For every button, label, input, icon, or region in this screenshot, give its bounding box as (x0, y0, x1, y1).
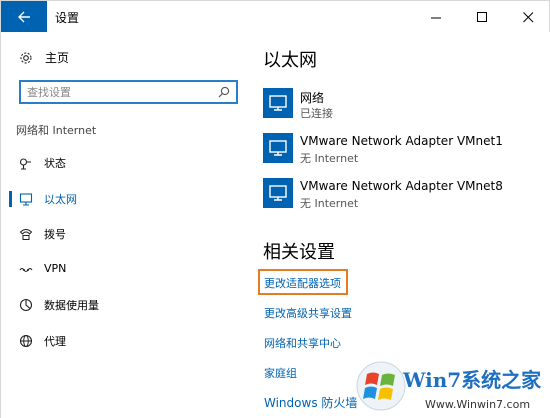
network-item[interactable]: VMware Network Adapter VMnet1 无 Internet (263, 133, 548, 167)
search-icon[interactable] (218, 86, 230, 98)
link-network-sharing-center[interactable]: 网络和共享中心 (264, 335, 341, 351)
windows-logo-icon (356, 361, 406, 411)
active-indicator (9, 191, 12, 207)
watermark-brand: Win7系统之家 (403, 368, 542, 392)
sidebar-item-proxy[interactable]: 代理 (1, 329, 251, 353)
sidebar-item-dialup[interactable]: 拨号 (1, 222, 251, 246)
link-advanced-sharing[interactable]: 更改高级共享设置 (264, 305, 352, 321)
sidebar-item-ethernet[interactable]: 以太网 (1, 187, 251, 211)
sidebar-home-label: 主页 (45, 51, 70, 65)
page-title: 以太网 (263, 50, 317, 71)
ethernet-icon (19, 192, 33, 206)
sidebar-item-label: 状态 (44, 157, 66, 170)
minimize-icon (430, 17, 441, 18)
network-status: 无 Internet (300, 197, 359, 210)
maximize-button[interactable] (459, 1, 505, 33)
title-bar: 设置 (0, 0, 550, 33)
proxy-icon (19, 334, 33, 348)
maximize-icon (476, 11, 487, 22)
link-change-adapter-options[interactable]: 更改适配器选项 (264, 275, 341, 291)
network-status: 已连接 (300, 107, 333, 120)
back-arrow-icon (18, 11, 30, 23)
close-icon (522, 11, 533, 22)
sidebar-item-data-usage[interactable]: 数据使用量 (1, 293, 251, 317)
section-label: 网络和 Internet (16, 124, 97, 137)
status-icon (19, 156, 33, 170)
sidebar-item-status[interactable]: 状态 (1, 151, 251, 175)
sidebar-item-label: 代理 (44, 335, 66, 348)
search-box[interactable] (19, 80, 238, 104)
link-homegroup[interactable]: 家庭组 (264, 365, 297, 381)
back-button[interactable] (1, 1, 47, 33)
watermark-url: Www.Winwin7.com (425, 398, 531, 411)
sidebar-item-label: 数据使用量 (44, 299, 99, 312)
network-name: VMware Network Adapter VMnet1 (300, 134, 503, 148)
network-name: VMware Network Adapter VMnet8 (300, 179, 503, 193)
sidebar-item-vpn[interactable]: VPN (1, 258, 251, 282)
sidebar-item-home[interactable]: 主页 (19, 49, 69, 66)
window-title: 设置 (55, 11, 80, 25)
data-usage-icon (19, 298, 33, 312)
monitor-icon (263, 133, 293, 163)
close-button[interactable] (505, 1, 550, 33)
sidebar-item-label: VPN (44, 262, 67, 275)
monitor-icon (263, 178, 293, 208)
sidebar-item-label: 拨号 (44, 228, 66, 241)
minimize-button[interactable] (413, 1, 459, 33)
watermark: Win7系统之家 Www.Winwin7.com (355, 360, 550, 418)
gear-icon (19, 51, 33, 65)
related-settings-title: 相关设置 (263, 242, 335, 263)
link-windows-firewall[interactable]: Windows 防火墙 (264, 394, 357, 411)
search-input[interactable] (27, 84, 207, 100)
network-item[interactable]: 网络 已连接 (263, 88, 548, 122)
vpn-icon (19, 263, 33, 277)
network-name: 网络 (300, 91, 325, 105)
monitor-icon (263, 88, 293, 118)
network-item[interactable]: VMware Network Adapter VMnet8 无 Internet (263, 178, 548, 212)
dialup-icon (19, 227, 33, 241)
sidebar: 主页 网络和 Internet 状态 以太网 (0, 32, 250, 418)
network-status: 无 Internet (300, 152, 359, 165)
sidebar-item-label: 以太网 (44, 193, 77, 206)
